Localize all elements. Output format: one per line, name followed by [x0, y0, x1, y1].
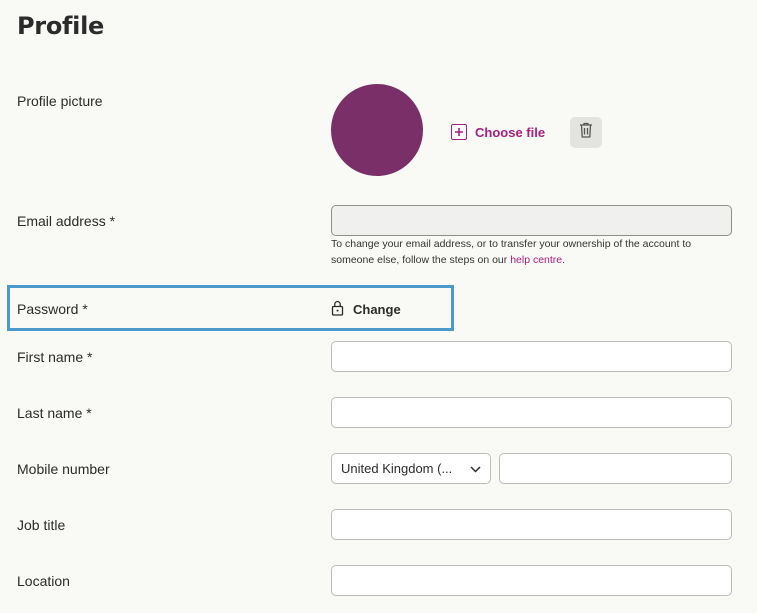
- trash-icon: [579, 122, 593, 143]
- email-field[interactable]: [331, 205, 732, 236]
- job-title-field[interactable]: [331, 509, 732, 540]
- mobile-label: Mobile number: [17, 461, 110, 477]
- first-name-field[interactable]: [331, 341, 732, 372]
- country-code-select[interactable]: United Kingdom (...: [331, 453, 491, 484]
- choose-file-button[interactable]: Choose file: [451, 124, 545, 140]
- email-helper-text: To change your email address, or to tran…: [331, 236, 731, 268]
- change-password-button[interactable]: Change: [331, 300, 401, 319]
- page-title: Profile: [17, 12, 104, 40]
- location-label: Location: [17, 573, 70, 589]
- last-name-field[interactable]: [331, 397, 732, 428]
- email-helper-suffix: .: [562, 254, 566, 266]
- mobile-number-field[interactable]: [499, 453, 732, 484]
- email-label: Email address *: [17, 213, 116, 229]
- change-password-label: Change: [353, 302, 401, 317]
- job-title-label: Job title: [17, 517, 66, 533]
- lock-icon: [331, 300, 344, 319]
- chevron-down-icon: [470, 461, 481, 476]
- avatar: [331, 84, 423, 176]
- country-code-value: United Kingdom (...: [341, 461, 453, 476]
- choose-file-label: Choose file: [475, 124, 546, 140]
- location-field[interactable]: [331, 565, 732, 596]
- password-label: Password *: [17, 301, 88, 317]
- first-name-label: First name *: [17, 349, 93, 365]
- delete-picture-button[interactable]: [570, 117, 602, 148]
- help-centre-link[interactable]: help centre: [510, 254, 562, 266]
- profile-picture-label: Profile picture: [17, 93, 103, 109]
- last-name-label: Last name *: [17, 405, 92, 421]
- plus-icon: [451, 124, 467, 140]
